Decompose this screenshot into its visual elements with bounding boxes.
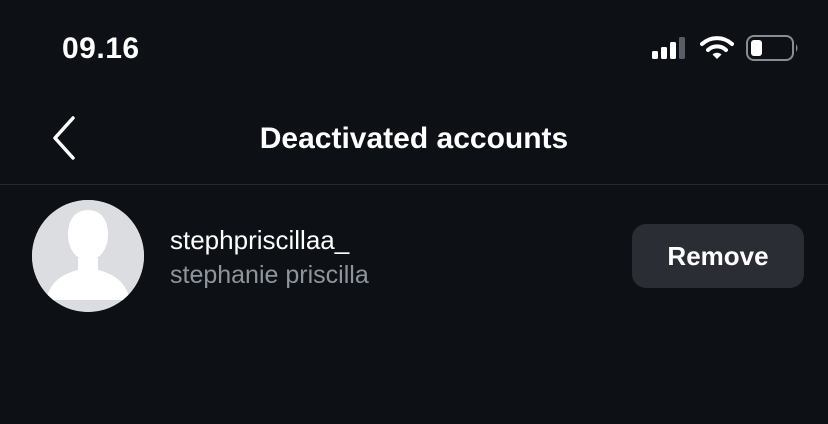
- remove-button[interactable]: Remove: [632, 224, 804, 288]
- header-divider: [0, 184, 828, 185]
- cellular-signal-icon: [652, 36, 688, 64]
- full-name: stephanie priscilla: [170, 261, 369, 289]
- battery-icon: [746, 34, 800, 66]
- status-icons: [652, 34, 800, 66]
- default-avatar-icon: [32, 200, 144, 312]
- status-bar: 09.16: [0, 0, 828, 100]
- username: stephpriscillaa_: [170, 225, 350, 255]
- status-time: 09.16: [62, 32, 140, 65]
- account-names: stephpriscillaa_ stephanie priscilla: [170, 224, 369, 292]
- nav-header: Deactivated accounts: [0, 100, 828, 184]
- wifi-icon: [700, 35, 734, 65]
- avatar[interactable]: [32, 200, 144, 312]
- deactivated-accounts-screen: 09.16 Deactivated accounts stephpriscill…: [0, 0, 828, 424]
- page-title: Deactivated accounts: [259, 122, 569, 155]
- account-row[interactable]: stephpriscillaa_ stephanie priscilla Rem…: [0, 186, 828, 326]
